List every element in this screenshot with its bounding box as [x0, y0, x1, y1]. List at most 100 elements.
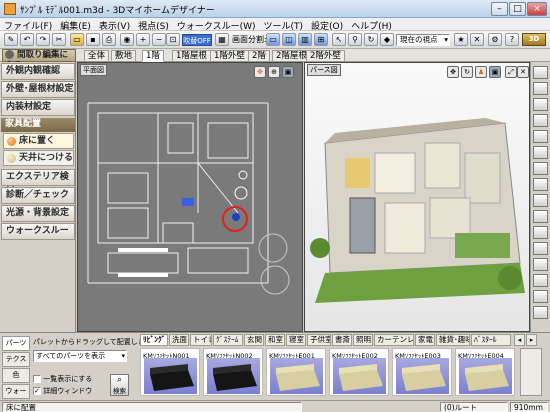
dimension-tool-icon[interactable] [533, 274, 548, 287]
menu-exterior-interior-check[interactable]: 外観内観確認 [1, 63, 75, 80]
detail-window-checkbox[interactable]: ✓ 詳細ウィンドウ [33, 386, 92, 396]
floor-tab-1f[interactable]: 1階 [142, 50, 164, 62]
zoom-in-icon[interactable]: + [136, 33, 150, 46]
floor-tool-icon[interactable] [533, 114, 548, 127]
grid-icon[interactable]: ▦ [215, 33, 229, 46]
part-thumbnail[interactable]: KMｿﾌｧｾｯﾄE002 [329, 348, 389, 396]
menu-walkthrough[interactable]: ウォークスルー [1, 223, 75, 240]
furniture-tool-icon[interactable] [533, 210, 548, 223]
side-tab-texture[interactable]: テクスチャ [2, 352, 30, 376]
floor-tab-1f-exterior[interactable]: 1階外壁 [210, 50, 249, 62]
place-on-floor-button[interactable]: 床に置く [3, 133, 74, 149]
thumbnail-scrollbar[interactable] [520, 348, 542, 396]
menu-wall-roof-material[interactable]: 外壁･屋根材設定 [1, 81, 75, 98]
category-tab-curtain[interactable]: カーテンレーラ [374, 334, 414, 346]
light-tool-icon[interactable] [533, 82, 548, 95]
tab-scroll-left-icon[interactable]: ◂ [514, 334, 525, 346]
menu-settings[interactable]: 設定(O) [307, 18, 347, 32]
zoom-fit-icon[interactable]: ⊡ [166, 33, 180, 46]
category-tab-living[interactable]: ﾘﾋﾞﾝｸﾞ [140, 334, 168, 346]
floor-tab-2f[interactable]: 2階 [248, 50, 270, 62]
menu-help[interactable]: ヘルプ(H) [347, 18, 396, 32]
wall-tool-icon[interactable] [533, 130, 548, 143]
back-to-layout-button[interactable]: 間取り編集に戻る [2, 49, 76, 71]
floor-tab-site[interactable]: 敷地 [111, 50, 137, 62]
side-tab-parts[interactable]: パーツ [2, 336, 30, 351]
open-folder-icon[interactable]: ▭ [70, 33, 84, 46]
erase-tool-icon[interactable] [533, 290, 548, 303]
save-icon[interactable]: ▪ [86, 33, 100, 46]
category-tab-kids-room[interactable]: 子供室 [307, 334, 331, 346]
list-view-checkbox[interactable]: 一覧表示にする [33, 374, 92, 384]
menu-viewpoint[interactable]: 視点(S) [134, 18, 173, 32]
walk-icon[interactable]: ⚲ [348, 33, 362, 46]
tool-icon[interactable]: ⚙ [488, 33, 502, 46]
pencil-icon[interactable]: ✎ [4, 33, 18, 46]
zoom-out-icon[interactable]: − [152, 33, 166, 46]
menu-light-background[interactable]: 光源・背景設定 [1, 205, 75, 222]
viewpoint-save-icon[interactable]: ★ [454, 33, 468, 46]
category-tab-system[interactable]: ｸﾞｽﾃｰﾑ [213, 334, 243, 346]
part-thumbnail[interactable]: KMｿﾌｧｾｯﾄE004 [455, 348, 515, 396]
part-thumbnail[interactable]: KMｿﾌｧｾｯﾄN002 [203, 348, 263, 396]
search-button[interactable]: ⌕ 検索 [110, 374, 129, 396]
stairs-tool-icon[interactable] [533, 194, 548, 207]
camera-icon[interactable]: ◉ [120, 33, 134, 46]
menu-view[interactable]: 表示(V) [95, 18, 134, 32]
floor-tab-2f-exterior[interactable]: 2階外壁 [306, 50, 345, 62]
print-icon[interactable]: ⎙ [102, 33, 116, 46]
minimize-button[interactable]: – [491, 2, 508, 16]
split-single-icon[interactable]: ▭ [266, 33, 280, 46]
split-vertical-icon[interactable]: ▥ [298, 33, 312, 46]
floor-tab-1f-roof[interactable]: 1階屋根 [172, 50, 211, 62]
category-tab-appliances[interactable]: 家電 [415, 334, 435, 346]
camera-tool-icon[interactable] [533, 98, 548, 111]
viewpoint-select[interactable]: 現在の視点 ▾ [396, 34, 450, 46]
attach-to-ceiling-button[interactable]: 天井につける [3, 150, 74, 166]
cursor-tool-icon[interactable] [533, 66, 548, 79]
ceiling-tool-icon[interactable] [533, 146, 548, 159]
category-tab-toilet[interactable]: トイレ [190, 334, 212, 346]
category-tab-japanese-room[interactable]: 和室 [265, 334, 285, 346]
close-button[interactable]: × [527, 2, 547, 16]
side-tab-walk[interactable]: ウォーク [2, 384, 30, 408]
category-tab-goods[interactable]: 雑貨･趣味 [436, 334, 470, 346]
plan-view[interactable]: 平面図 ✥ ⊕ ▣ [77, 62, 303, 332]
split-horizontal-icon[interactable]: ◫ [282, 33, 296, 46]
floor-tab-all[interactable]: 全体 [84, 50, 110, 62]
part-thumbnail[interactable]: KMｿﾌｧｾｯﾄE003 [392, 348, 452, 396]
parts-filter-select[interactable]: すべてのパーツを表示 ▾ [33, 350, 127, 362]
mode-toggle-button[interactable]: 吹替OFF [182, 34, 212, 46]
window-tool-icon[interactable] [533, 178, 548, 191]
menu-file[interactable]: ファイル(F) [0, 18, 56, 32]
menu-interior-material[interactable]: 内装材設定 [1, 99, 75, 116]
side-tab-color[interactable]: 色 [2, 368, 30, 383]
viewpoint-delete-icon[interactable]: ✕ [470, 33, 484, 46]
menu-tools[interactable]: ツール(T) [260, 18, 308, 32]
menu-edit[interactable]: 編集(E) [56, 18, 95, 32]
rotate-view-icon[interactable]: ↻ [364, 33, 378, 46]
maximize-button[interactable]: □ [509, 2, 526, 16]
tab-scroll-right-icon[interactable]: ▸ [526, 334, 537, 346]
menu-exterior-study[interactable]: エクステリア検討 [1, 169, 75, 197]
perspective-view[interactable]: パース図 ✥ ↻ ♟ ▣ ⤢ ✕ [304, 62, 530, 332]
measure-tool-icon[interactable] [533, 242, 548, 255]
category-tab-washroom[interactable]: 洗面 [169, 334, 189, 346]
category-tab-lighting[interactable]: 照明 [353, 334, 373, 346]
help-icon[interactable]: ? [505, 33, 519, 46]
redo-icon[interactable]: ↷ [36, 33, 50, 46]
door-tool-icon[interactable] [533, 162, 548, 175]
text-tool-icon[interactable] [533, 258, 548, 271]
part-thumbnail[interactable]: KMｿﾌｧｾｯﾄE001 [266, 348, 326, 396]
pointer-icon[interactable]: ↖ [332, 33, 346, 46]
texture-tool-icon[interactable] [533, 226, 548, 239]
cut-icon[interactable]: ✂ [52, 33, 66, 46]
category-tab-bedroom[interactable]: 寝室 [286, 334, 306, 346]
render-icon[interactable]: ◆ [380, 33, 394, 46]
undo-icon[interactable]: ↶ [20, 33, 34, 46]
part-thumbnail[interactable]: KMｿﾌｧｾｯﾄN001 [140, 348, 200, 396]
split-quad-icon[interactable]: ⊞ [314, 33, 328, 46]
menu-walkthrough[interactable]: ウォークスルー(W) [173, 18, 260, 32]
settings-tool-icon[interactable] [533, 306, 548, 319]
menu-diagnosis-check[interactable]: 診断／チェック [1, 187, 75, 204]
